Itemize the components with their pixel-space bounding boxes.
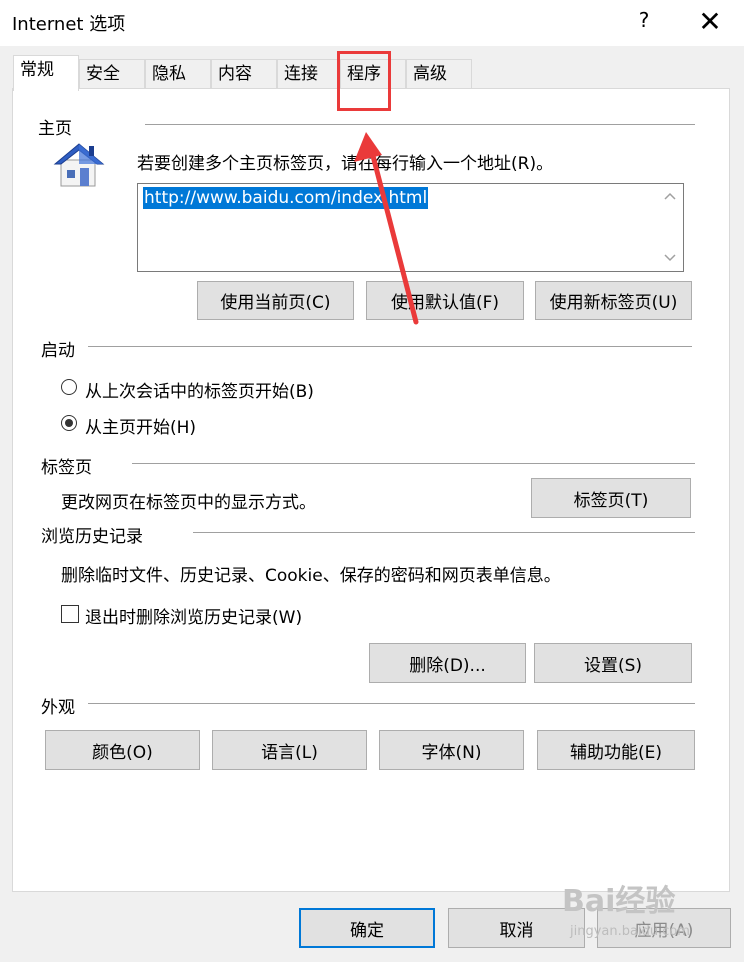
annotation-arrow <box>354 132 419 325</box>
baidu-watermark-url: jingyan.baidu.com <box>570 924 690 939</box>
baidu-watermark-logo: Bai经验 <box>562 884 676 919</box>
